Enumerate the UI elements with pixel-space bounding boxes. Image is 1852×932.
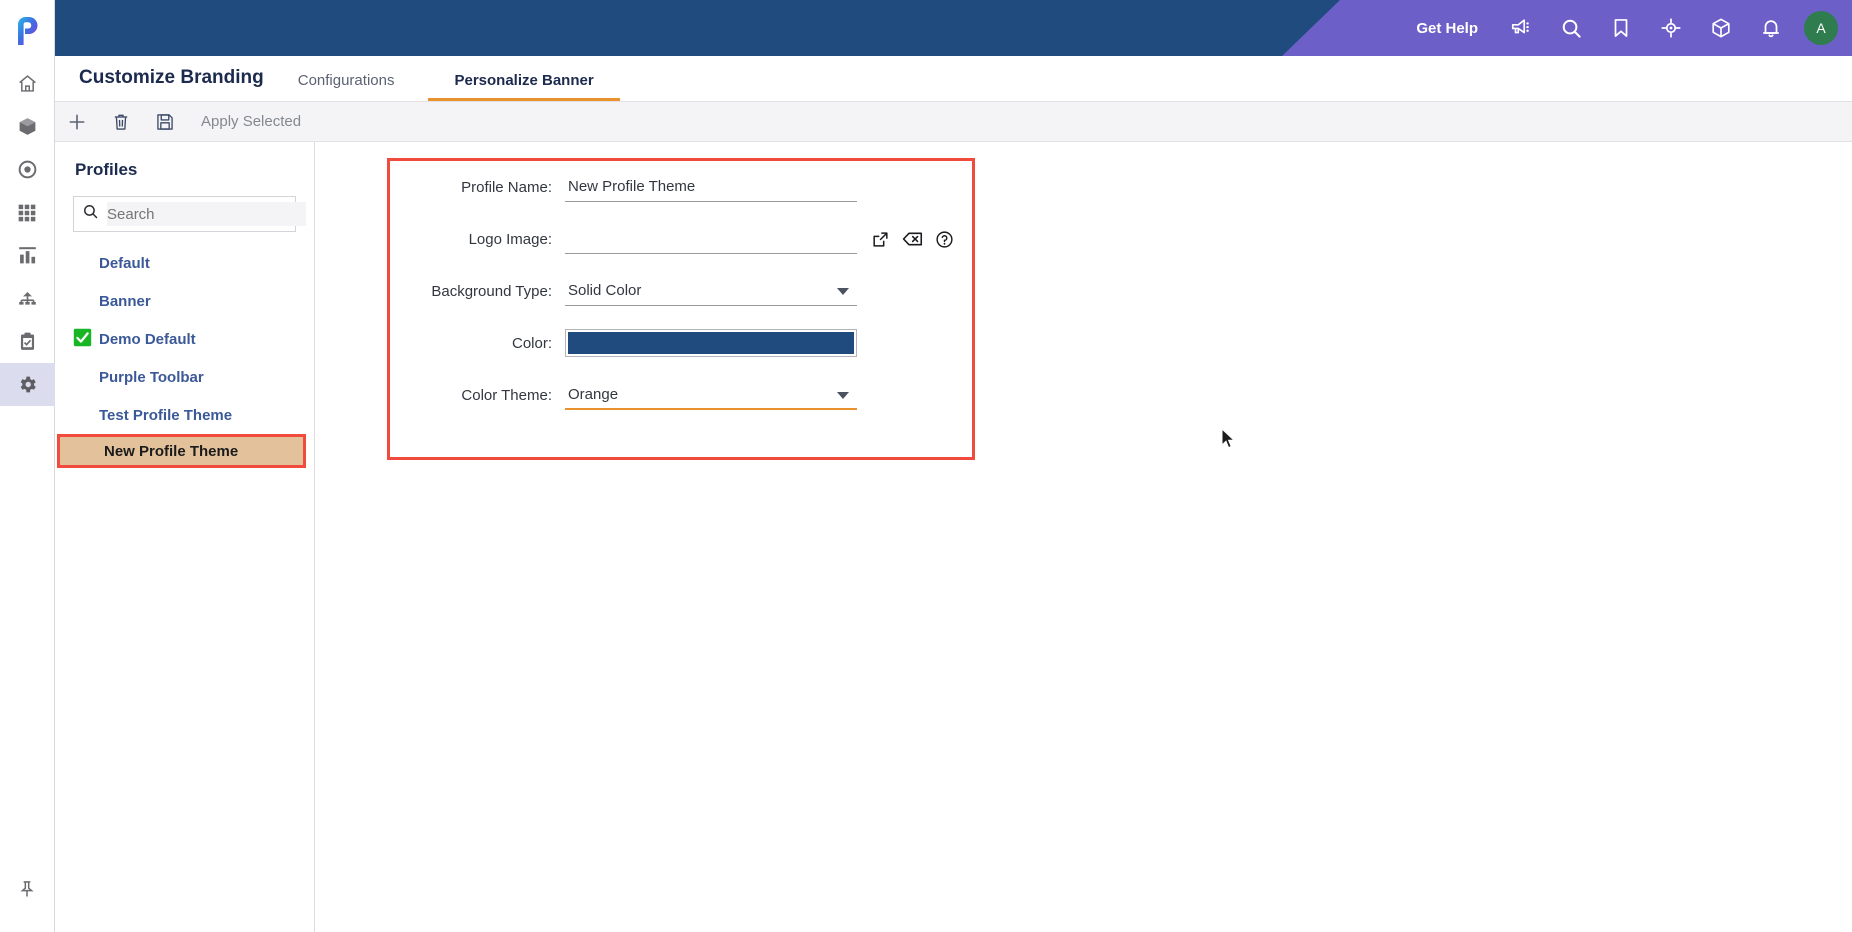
- browse-logo-button[interactable]: [871, 230, 890, 249]
- navigator-button[interactable]: [1646, 0, 1696, 56]
- trash-icon: [111, 112, 131, 132]
- form-row-color-theme: Color Theme: Orange: [390, 369, 972, 421]
- form-row-background-type: Background Type: Solid Color: [390, 265, 972, 317]
- background-type-label: Background Type:: [431, 282, 552, 300]
- top-banner: Get Help A: [55, 0, 1852, 56]
- hierarchy-icon: [17, 288, 38, 309]
- color-label: Color:: [511, 334, 552, 352]
- global-search-button[interactable]: [1546, 0, 1596, 56]
- tab-personalize-banner[interactable]: Personalize Banner: [428, 72, 619, 101]
- logo-help-button[interactable]: [935, 230, 954, 249]
- profile-search-box[interactable]: [73, 196, 306, 232]
- sidebar-item-hierarchy[interactable]: [0, 277, 55, 320]
- app-logo[interactable]: [0, 0, 55, 62]
- target-icon: [17, 159, 38, 180]
- notifications-button[interactable]: [1746, 0, 1796, 56]
- sidebar-item-tasks[interactable]: [0, 320, 55, 363]
- cube-icon: [17, 116, 38, 137]
- avatar[interactable]: A: [1804, 11, 1838, 45]
- get-help-button[interactable]: Get Help: [1398, 20, 1496, 37]
- application-window: Get Help A Customize Branding Configurat…: [0, 0, 1852, 932]
- profiles-heading: Profiles: [75, 160, 138, 179]
- profile-checkbox-checked[interactable]: [73, 328, 95, 351]
- action-toolbar: Apply Selected: [55, 102, 1852, 142]
- sidebar-item-assets[interactable]: [0, 105, 55, 148]
- sidebar-item-reports[interactable]: [0, 234, 55, 277]
- color-theme-select[interactable]: Orange: [565, 380, 857, 410]
- sidebar-item-apps[interactable]: [0, 191, 55, 234]
- personalize-banner-form: Profile Name: New Profile Theme Logo Ima…: [387, 158, 975, 460]
- bookmarks-button[interactable]: [1596, 0, 1646, 56]
- add-profile-button[interactable]: [55, 102, 99, 142]
- logo-image-field[interactable]: [565, 224, 857, 254]
- gear-icon: [17, 374, 38, 395]
- profile-list-item-default[interactable]: Default: [55, 244, 314, 282]
- color-theme-value: Orange: [568, 385, 619, 403]
- profile-label: Demo Default: [99, 330, 196, 348]
- title-and-tabs-bar: Customize Branding Configurations Person…: [55, 56, 1852, 102]
- clear-logo-button[interactable]: [902, 230, 923, 248]
- profile-label: Default: [99, 254, 150, 272]
- profile-list-item-demo-default[interactable]: Demo Default: [55, 320, 314, 358]
- profile-name-value: New Profile Theme: [568, 178, 696, 195]
- grid-icon: [17, 203, 37, 223]
- sidebar-item-settings[interactable]: [0, 363, 55, 406]
- profile-search-input[interactable]: [107, 202, 306, 226]
- bar-chart-icon: [17, 245, 38, 266]
- bookmark-icon: [1610, 17, 1632, 39]
- clipboard-check-icon: [17, 331, 38, 352]
- mouse-cursor: [1221, 427, 1236, 455]
- color-picker[interactable]: [565, 329, 857, 357]
- logo-image-actions: [871, 230, 954, 249]
- background-type-value: Solid Color: [568, 282, 642, 299]
- help-circle-icon: [935, 230, 954, 249]
- plus-icon: [67, 112, 87, 132]
- home-icon: [17, 73, 38, 94]
- save-profile-button[interactable]: [143, 102, 187, 142]
- color-swatch[interactable]: [568, 332, 854, 354]
- clear-x-icon: [902, 230, 923, 248]
- logo-image-label: Logo Image:: [468, 230, 552, 248]
- announcements-button[interactable]: [1496, 0, 1546, 56]
- page-title: Customize Branding: [79, 67, 264, 88]
- profile-label: New Profile Theme: [104, 442, 239, 460]
- apply-selected-button[interactable]: Apply Selected: [201, 113, 301, 130]
- pin-sidebar-button[interactable]: [0, 867, 55, 910]
- chevron-down-icon: [837, 288, 849, 295]
- profile-name-label: Profile Name:: [461, 178, 552, 196]
- sidebar-item-home[interactable]: [0, 62, 55, 105]
- profile-label: Banner: [99, 292, 151, 310]
- bell-icon: [1760, 17, 1782, 39]
- color-theme-label: Color Theme:: [461, 386, 552, 404]
- profile-list-item-banner[interactable]: Banner: [55, 282, 314, 320]
- form-row-profile-name: Profile Name: New Profile Theme: [390, 161, 972, 213]
- search-icon: [1560, 17, 1583, 40]
- save-icon: [155, 112, 175, 132]
- pushpin-icon: [17, 879, 37, 899]
- package-icon: [1710, 17, 1732, 39]
- tab-configurations[interactable]: Configurations: [272, 72, 421, 101]
- compass-icon: [1660, 17, 1682, 39]
- form-row-logo-image: Logo Image:: [390, 213, 972, 265]
- background-type-select[interactable]: Solid Color: [565, 276, 857, 306]
- left-nav-rail: [0, 0, 55, 932]
- delete-profile-button[interactable]: [99, 102, 143, 142]
- profiles-panel: Profiles Default Banner: [55, 142, 315, 932]
- profile-name-field[interactable]: New Profile Theme: [565, 172, 857, 202]
- search-icon: [82, 203, 99, 225]
- profile-list-item-new-profile-theme[interactable]: New Profile Theme: [57, 434, 306, 468]
- sidebar-item-targets[interactable]: [0, 148, 55, 191]
- profile-list-item-purple-toolbar[interactable]: Purple Toolbar: [55, 358, 314, 396]
- profile-list: Default Banner Demo Default Purple Toolb…: [55, 244, 314, 468]
- profile-label: Test Profile Theme: [99, 406, 233, 424]
- banner-actions: Get Help A: [1398, 0, 1852, 56]
- megaphone-icon: [1510, 17, 1532, 39]
- external-link-icon: [871, 230, 890, 249]
- packages-button[interactable]: [1696, 0, 1746, 56]
- chevron-down-icon: [837, 392, 849, 399]
- profile-list-item-test-profile-theme[interactable]: Test Profile Theme: [55, 396, 314, 434]
- profile-label: Purple Toolbar: [99, 368, 204, 386]
- form-row-color: Color:: [390, 317, 972, 369]
